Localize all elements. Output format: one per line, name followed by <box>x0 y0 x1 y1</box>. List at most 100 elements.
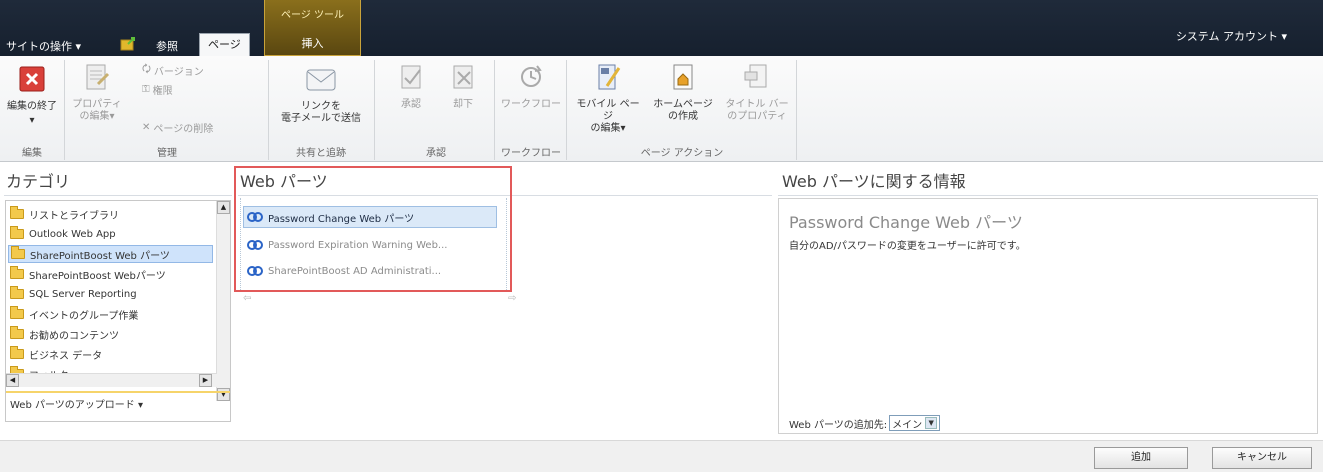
cancel-button[interactable]: キャンセル <box>1212 447 1312 469</box>
permissions-button[interactable]: ⚿ 権限 <box>142 82 173 97</box>
webpart-info-pane: Password Change Web パーツ 自分のAD/パスワードの変更をユ… <box>778 198 1318 434</box>
category-item[interactable]: Outlook Web App <box>10 225 116 243</box>
edit-properties-button[interactable]: プロパティ の編集▾ <box>72 62 122 123</box>
edit-mobile-page-button[interactable]: モバイル ページ の編集▾ <box>572 62 644 135</box>
group-manage-label: 管理 <box>157 148 177 159</box>
approve-label: 承認 <box>401 99 421 110</box>
category-heading: カテゴリ <box>6 172 71 191</box>
approve-icon <box>394 62 428 96</box>
title-bar-properties-button[interactable]: タイトル バー のプロパティ <box>722 62 792 123</box>
group-workflow-label: ワークフロー <box>501 148 561 159</box>
vertical-scrollbar[interactable]: ▲ ▼ <box>216 201 230 401</box>
divider <box>506 198 507 290</box>
zone-select-value: メイン <box>892 419 923 431</box>
version-history-button[interactable]: 🗘 バージョン <box>142 62 204 79</box>
group-separator <box>64 60 65 160</box>
tab-page[interactable]: ページ <box>199 33 250 56</box>
category-item[interactable]: リストとライブラリ <box>10 205 119 223</box>
webpart-item[interactable]: SharePointBoost AD Administrati... <box>243 260 441 282</box>
navigate-up-icon[interactable] <box>120 36 138 54</box>
user-menu[interactable]: システム アカウント ▾ <box>1176 28 1287 44</box>
group-page-actions-label: ページ アクション <box>640 148 724 159</box>
web-part-adder: カテゴリ Web パーツ Web パーツに関する情報 リストとライブラリ Out… <box>0 162 1323 440</box>
workflow-button[interactable]: ワークフロー <box>500 62 562 111</box>
folder-icon <box>10 286 24 299</box>
stop-editing-icon <box>4 64 60 98</box>
mobile-page-label: モバイル ページ <box>576 99 640 122</box>
horizontal-scrollbar[interactable]: ◀ ▶ <box>6 373 217 387</box>
category-item-selected[interactable]: SharePointBoost Web パーツ <box>8 245 213 263</box>
approve-button[interactable]: 承認 <box>394 62 428 111</box>
page-next-icon[interactable]: ⇨ <box>508 293 516 304</box>
webpart-item-selected[interactable]: Password Change Web パーツ <box>243 206 497 228</box>
category-item[interactable]: ビジネス データ <box>10 345 102 363</box>
footer: 追加 キャンセル <box>0 440 1323 472</box>
top-bar: サイトの操作 ▾ 参照 ページ ページ ツール 挿入 システム アカウント ▾ <box>0 0 1323 56</box>
tab-browse[interactable]: 参照 <box>156 38 178 56</box>
properties-label-2: の編集▾ <box>79 111 115 122</box>
stop-editing-button[interactable]: 編集の終了 ▾ <box>4 64 60 127</box>
mobile-page-icon <box>572 62 644 96</box>
folder-icon <box>10 306 24 319</box>
zone-select[interactable]: メイン ▼ <box>889 415 941 431</box>
page-tools-label: ページ ツール <box>281 10 344 21</box>
version-label: バージョン <box>153 67 204 78</box>
properties-label: プロパティ <box>72 99 122 110</box>
permissions-label: 権限 <box>152 86 173 97</box>
category-label: SharePointBoost Web パーツ <box>30 250 170 262</box>
webpart-item[interactable]: Password Expiration Warning Web... <box>243 234 447 256</box>
scroll-left-icon[interactable]: ◀ <box>6 374 19 387</box>
folder-icon <box>10 206 24 219</box>
category-item[interactable]: SharePointBoost Webパーツ <box>10 265 166 283</box>
add-button[interactable]: 追加 <box>1094 447 1188 469</box>
scroll-up-icon[interactable]: ▲ <box>217 201 230 214</box>
about-webpart-heading: Web パーツに関する情報 <box>782 172 966 191</box>
group-edit-label: 編集 <box>22 148 42 159</box>
category-label: リストとライブラリ <box>29 210 119 222</box>
email-icon <box>272 64 370 98</box>
category-label: お勧めのコンテンツ <box>29 330 119 342</box>
group-separator <box>268 60 269 160</box>
folder-icon <box>10 266 24 279</box>
delete-icon: ✕ <box>142 122 151 133</box>
category-label: Outlook Web App <box>29 228 116 240</box>
category-label: イベントのグループ作業 <box>29 310 139 322</box>
scroll-right-icon[interactable]: ▶ <box>199 374 212 387</box>
webpart-label: Password Change Web パーツ <box>268 213 415 225</box>
group-separator <box>566 60 567 160</box>
webpart-info-title: Password Change Web パーツ <box>789 213 1023 232</box>
upload-webpart-link[interactable]: Web パーツのアップロード ▾ <box>10 396 143 411</box>
page-prev-icon[interactable]: ⇦ <box>243 293 251 304</box>
email-link-label: リンクを <box>301 101 341 112</box>
category-item[interactable]: お勧めのコンテンツ <box>10 325 119 343</box>
stop-editing-label: 編集の終了 <box>7 101 57 112</box>
folder-icon <box>11 246 25 259</box>
version-icon: 🗘 <box>142 64 151 75</box>
site-actions-menu[interactable]: サイトの操作 ▾ <box>6 38 81 56</box>
mobile-page-label-2: の編集▾ <box>590 123 626 134</box>
group-share-label: 共有と追跡 <box>296 148 346 159</box>
chevron-down-icon: ▼ <box>925 417 938 429</box>
category-label: SharePointBoost Webパーツ <box>29 270 166 282</box>
group-approval-label: 承認 <box>426 148 446 159</box>
scroll-down-icon[interactable]: ▼ <box>217 388 230 401</box>
category-item[interactable]: イベントのグループ作業 <box>10 305 138 323</box>
workflow-label: ワークフロー <box>501 99 561 110</box>
category-item[interactable]: SQL Server Reporting <box>10 285 137 303</box>
webpart-label: SharePointBoost AD Administrati... <box>268 265 442 277</box>
email-link-button[interactable]: リンクを 電子メールで送信 <box>272 64 370 125</box>
webpart-info-description: 自分のAD/パスワードの変更をユーザーに許可です。 <box>789 241 1026 252</box>
delete-page-button[interactable]: ✕ ページの削除 <box>142 120 213 135</box>
delete-page-label: ページの削除 <box>153 124 214 135</box>
tab-insert[interactable]: 挿入 <box>265 33 360 55</box>
make-homepage-button[interactable]: ホームページ の作成 <box>646 62 720 123</box>
divider <box>4 195 232 196</box>
permissions-icon: ⚿ <box>142 84 150 95</box>
folder-icon <box>10 346 24 359</box>
reject-button[interactable]: 却下 <box>446 62 480 111</box>
group-separator <box>494 60 495 160</box>
homepage-label-2: の作成 <box>668 111 698 122</box>
reject-icon <box>446 62 480 96</box>
add-to-label: Web パーツの追加先: <box>789 419 888 431</box>
category-list[interactable]: リストとライブラリ Outlook Web App SharePointBoos… <box>5 200 231 422</box>
